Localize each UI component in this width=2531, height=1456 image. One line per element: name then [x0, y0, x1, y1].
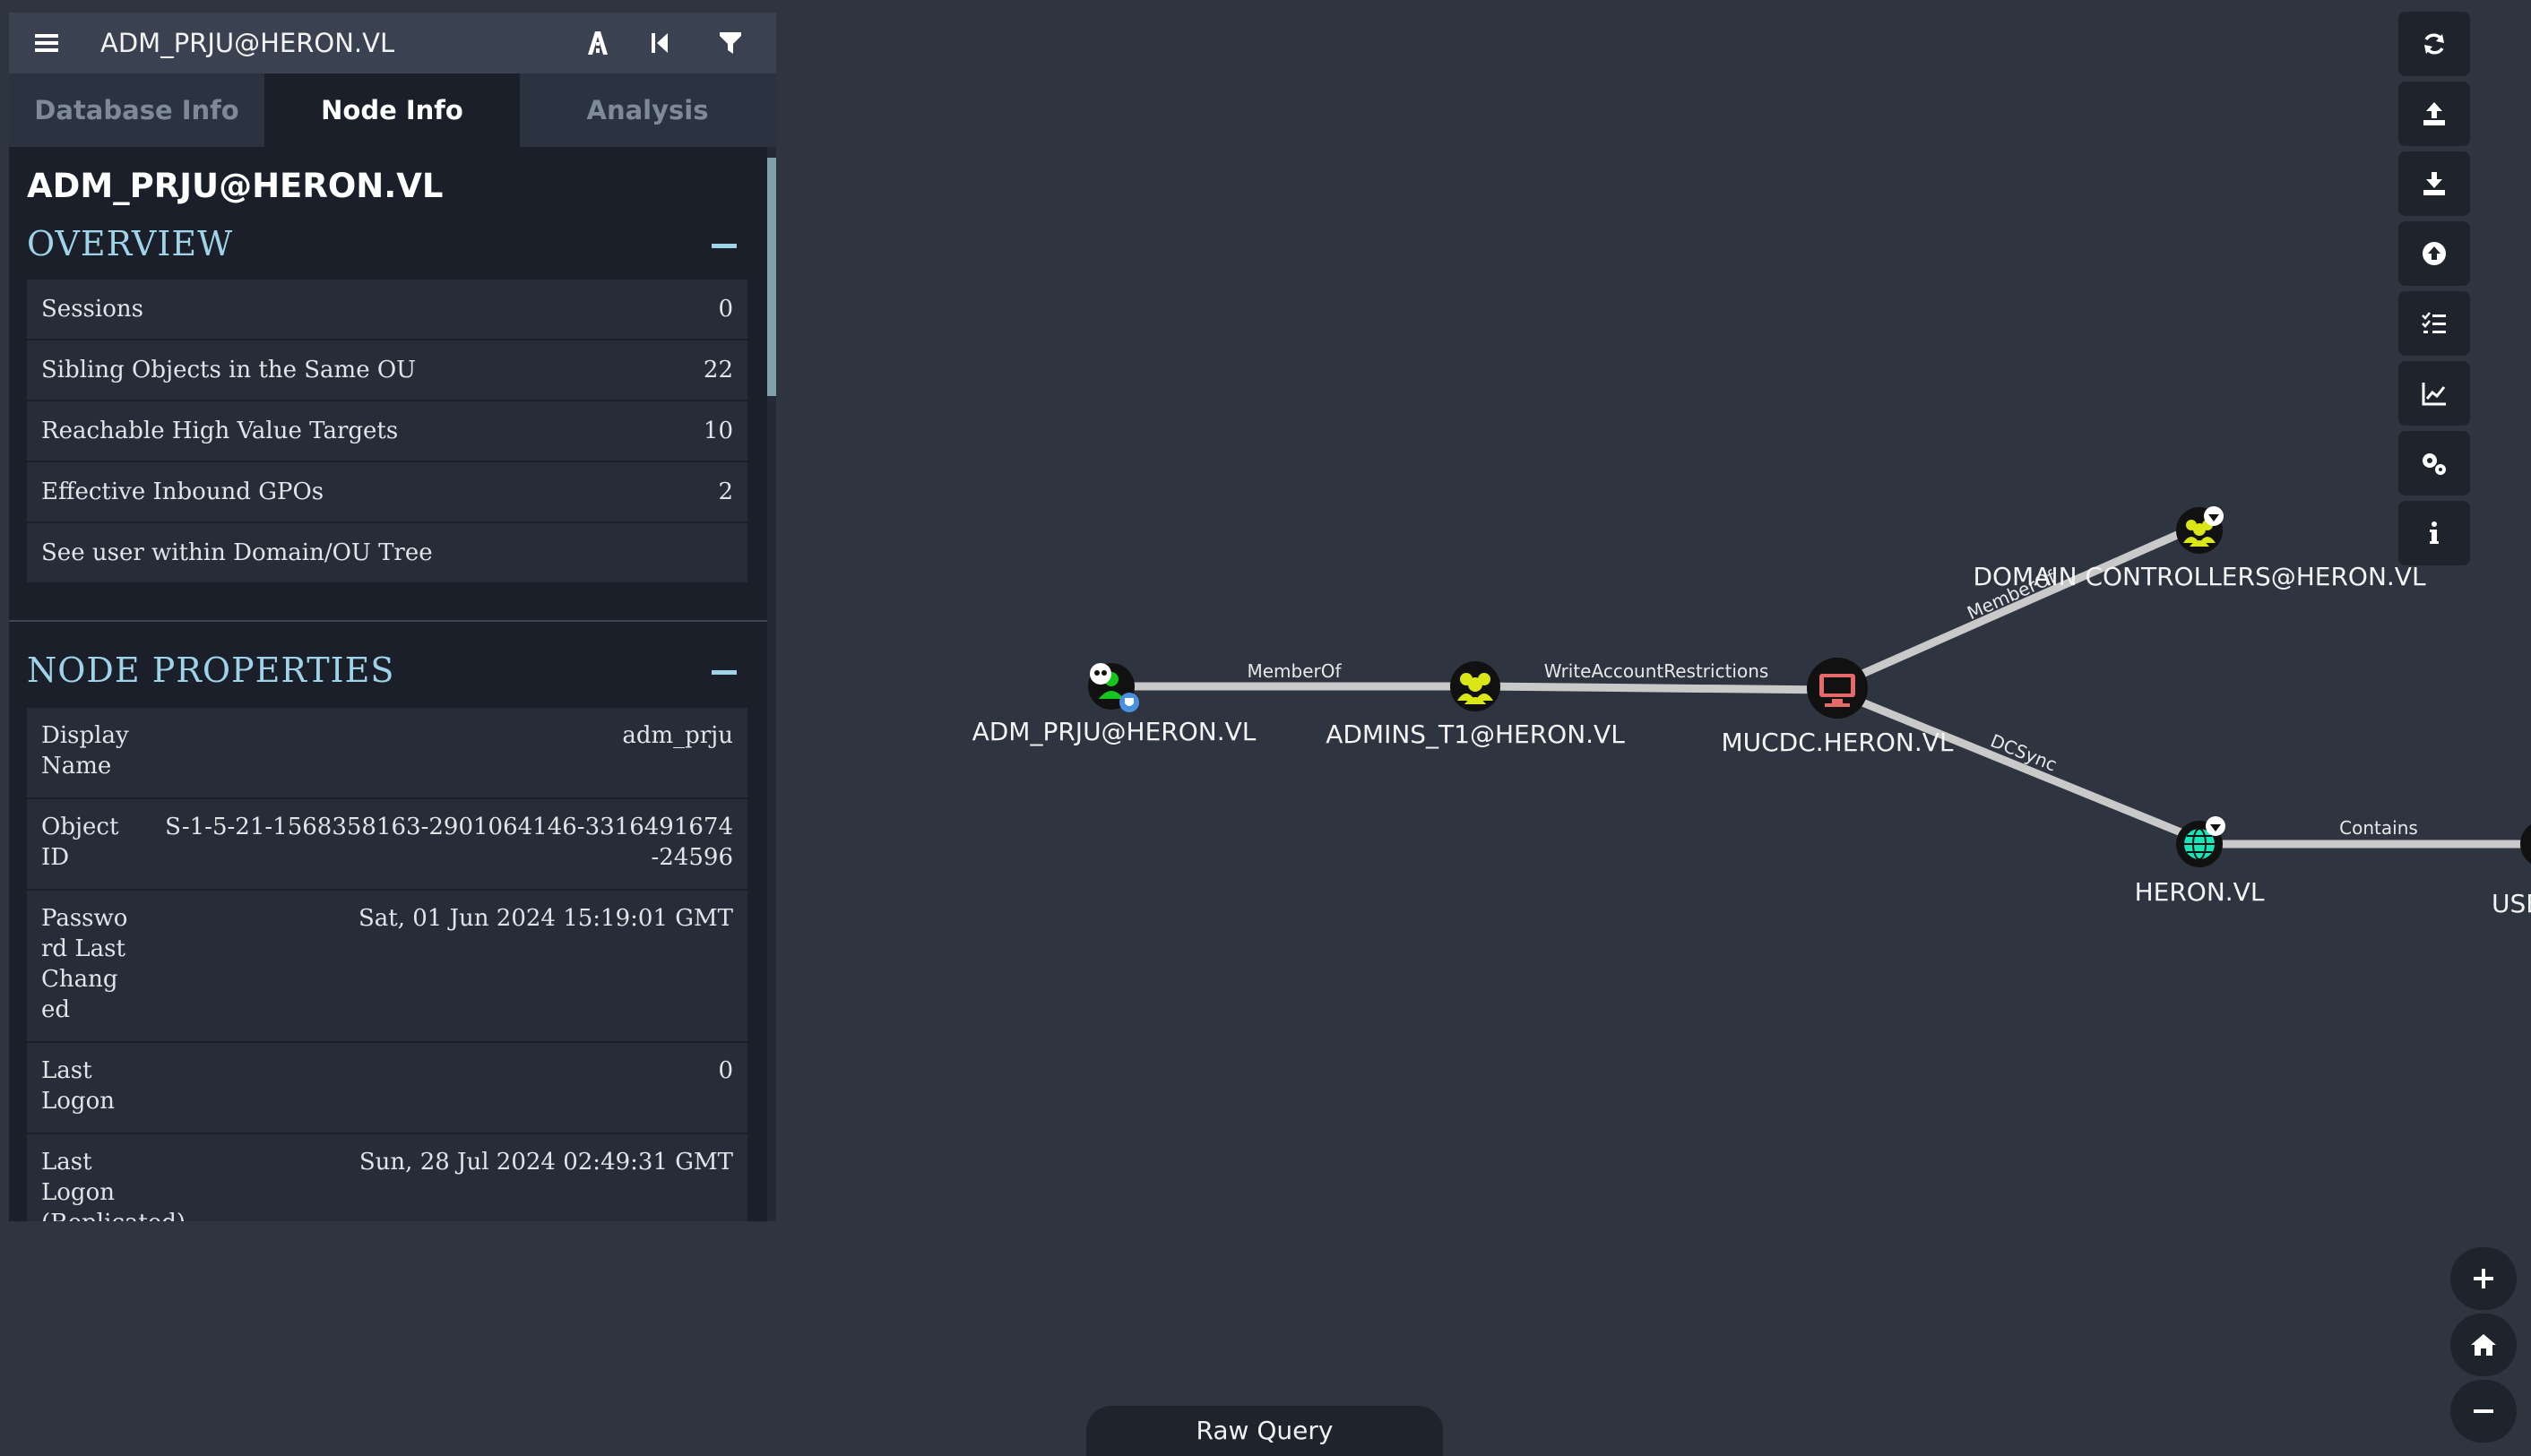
edge-label-memberof-1: MemberOf [1247, 660, 1342, 682]
overview-row-ou-tree[interactable]: See user within Domain/OU Tree [27, 523, 747, 584]
prop-row-password-last-changed: Password Last Changed Sat, 01 Jun 2024 1… [27, 891, 747, 1043]
import-button[interactable] [2398, 221, 2470, 286]
node-admins-t1[interactable] [1450, 661, 1500, 711]
menu-icon[interactable] [29, 25, 65, 61]
edge-dcsync[interactable] [1858, 698, 2188, 838]
download-icon [2423, 172, 2445, 195]
node-domain-controllers[interactable] [2176, 506, 2224, 554]
node-users[interactable] [2520, 821, 2531, 867]
node-properties-table: Display Name adm_prju Object ID S-1-5-21… [27, 708, 747, 1221]
search-input[interactable]: ADM_PRJU@HERON.VL [100, 25, 394, 61]
skull-icon [1090, 663, 1111, 685]
node-label-mucdc: MUCDC.HERON.VL [1721, 728, 1954, 757]
search-bar: ADM_PRJU@HERON.VL [9, 13, 776, 73]
zoom-out-button[interactable] [2450, 1380, 2517, 1443]
node-label-admins-t1: ADMINS_T1@HERON.VL [1326, 719, 1625, 749]
node-title: ADM_PRJU@HERON.VL [27, 167, 444, 205]
node-label-users: USERS@ [2492, 889, 2531, 918]
gem-badge-icon [2204, 506, 2224, 526]
about-button[interactable] [2398, 501, 2470, 565]
queries-button[interactable] [2398, 291, 2470, 356]
prop-row-last-logon-replicated: Last Logon (Replicated) Sun, 28 Jul 2024… [27, 1134, 747, 1221]
node-properties-collapse-icon[interactable] [712, 670, 737, 675]
overview-table: Sessions 0 Sibling Objects in the Same O… [27, 280, 747, 584]
scrollbar-thumb[interactable] [767, 158, 776, 396]
overview-collapse-icon[interactable] [712, 244, 737, 248]
node-info-content: ADM_PRJU@HERON.VL OVERVIEW Sessions 0 Si… [9, 147, 767, 1221]
home-icon [2471, 1334, 2496, 1356]
overview-row-sibling-objects[interactable]: Sibling Objects in the Same OU 22 [27, 340, 747, 401]
arrow-up-circle-icon [2423, 242, 2446, 265]
tab-analysis[interactable]: Analysis [520, 73, 775, 147]
edge-writeaccountrestrictions[interactable] [1473, 682, 1842, 694]
settings-icon [2423, 453, 2446, 475]
tab-node-info[interactable]: Node Info [264, 73, 520, 147]
refresh-icon [2424, 33, 2444, 55]
prop-row-last-logon: Last Logon 0 [27, 1043, 747, 1134]
zoom-out-icon [2474, 1409, 2493, 1413]
refresh-button[interactable] [2398, 12, 2470, 76]
chart-line-icon [2422, 383, 2446, 406]
back-icon[interactable] [642, 25, 679, 61]
edge-label-contains: Contains [2339, 817, 2418, 839]
section-divider [9, 620, 767, 622]
edge-label-writeaccountrestrictions: WriteAccountRestrictions [1543, 660, 1769, 682]
overview-row-sessions[interactable]: Sessions 0 [27, 280, 747, 340]
stats-button[interactable] [2398, 361, 2470, 426]
prop-row-object-id: Object ID S-1-5-21-1568358163-2901064146… [27, 799, 747, 891]
node-heron-vl[interactable] [2176, 816, 2225, 867]
overview-title[interactable]: OVERVIEW [27, 224, 233, 263]
zoom-in-icon [2474, 1269, 2493, 1288]
checklist-icon [2422, 312, 2446, 333]
raw-query-button[interactable]: Raw Query [1086, 1406, 1443, 1456]
tab-bar: Database Info Node Info Analysis [9, 73, 776, 147]
node-label-domain-controllers: DOMAIN CONTROLLERS@HERON.VL [1973, 562, 2426, 591]
edge-memberof-2[interactable] [1858, 528, 2188, 678]
prop-row-display-name: Display Name adm_prju [27, 708, 747, 799]
node-info-panel: ADM_PRJU@HERON.VL Database Info Node Inf… [9, 13, 776, 1221]
tab-database-info[interactable]: Database Info [9, 73, 264, 147]
zoom-in-button[interactable] [2450, 1247, 2517, 1310]
filter-icon[interactable] [712, 25, 749, 61]
overview-row-reachable-hvt[interactable]: Reachable High Value Targets 10 [27, 401, 747, 462]
node-adm-prju[interactable] [1088, 663, 1139, 712]
node-label-adm-prju: ADM_PRJU@HERON.VL [972, 717, 1257, 746]
overview-row-inbound-gpos[interactable]: Effective Inbound GPOs 2 [27, 462, 747, 523]
shield-badge-icon [1119, 693, 1139, 712]
node-properties-title[interactable]: NODE PROPERTIES [27, 650, 394, 690]
node-mucdc[interactable] [1807, 658, 1868, 719]
gem-badge-icon [2206, 816, 2225, 836]
info-icon [2430, 521, 2439, 544]
pathfinding-icon[interactable] [579, 25, 617, 61]
settings-button[interactable] [2398, 431, 2470, 495]
scrollbar[interactable] [767, 147, 776, 1221]
home-button[interactable] [2450, 1314, 2517, 1376]
upload-icon [2423, 102, 2445, 125]
download-button[interactable] [2398, 151, 2470, 216]
node-label-heron-vl: HERON.VL [2134, 877, 2265, 907]
upload-button[interactable] [2398, 82, 2470, 146]
